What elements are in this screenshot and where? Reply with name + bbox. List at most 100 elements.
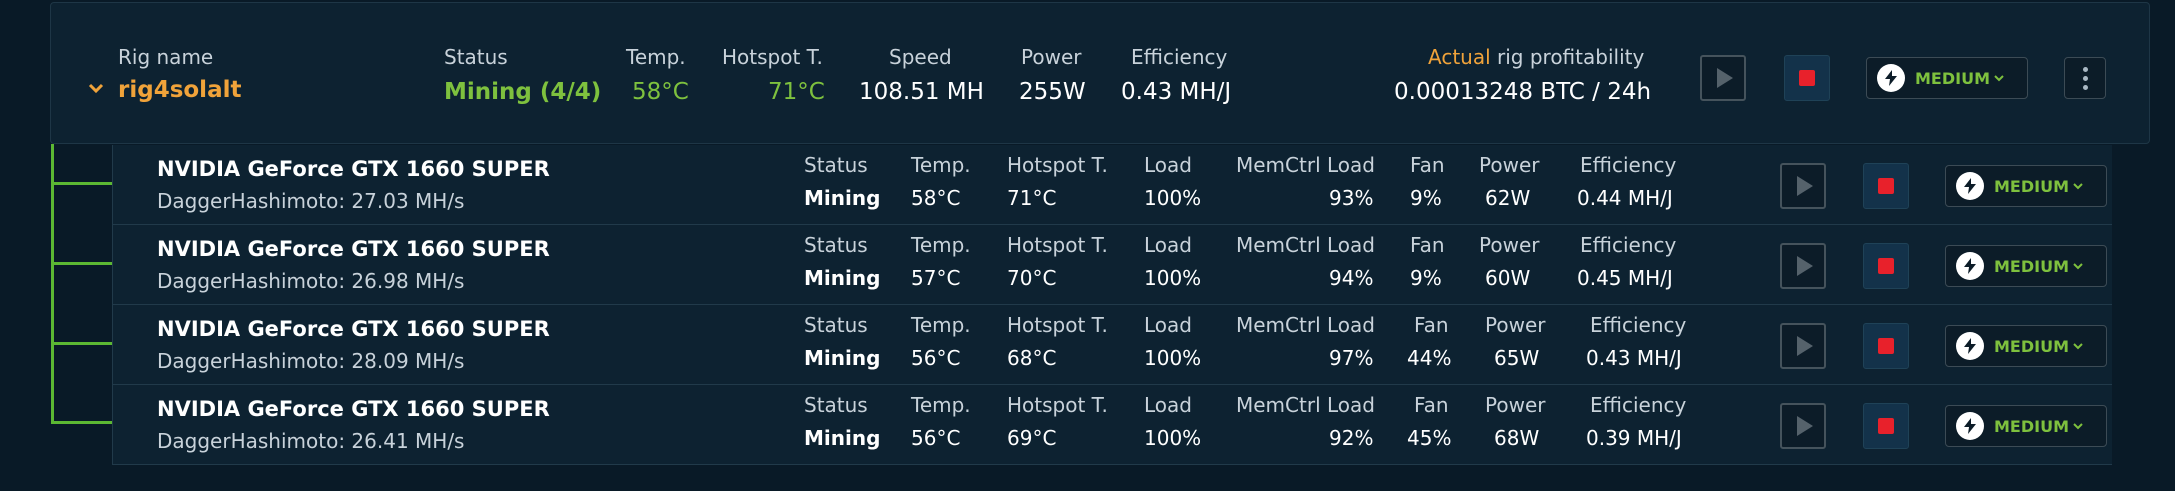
device-status-label: Status: [804, 153, 868, 177]
rig-power: 255W: [1019, 79, 1086, 105]
device-load: 100%: [1144, 346, 1202, 370]
device-status: Mining: [804, 426, 881, 450]
device-start-button[interactable]: [1780, 323, 1826, 369]
device-power: 60W: [1485, 266, 1531, 290]
device-algorithm-speed: DaggerHashimoto: 26.98 MH/s: [157, 269, 465, 293]
tree-branch: [51, 262, 113, 265]
device-name: NVIDIA GeForce GTX 1660 SUPER: [157, 237, 550, 261]
rig-speed-label: Speed: [889, 45, 952, 69]
play-icon: [1717, 68, 1733, 88]
rig-temp-label: Temp.: [626, 45, 686, 69]
device-mode-dropdown[interactable]: MEDIUM: [1945, 165, 2107, 207]
tree-line: [51, 144, 54, 424]
device-status: Mining: [804, 266, 881, 290]
device-start-button[interactable]: [1780, 163, 1826, 209]
rig-name[interactable]: rig4solalt: [118, 77, 241, 103]
rig-power-label: Power: [1021, 45, 1082, 69]
device-algorithm-speed: DaggerHashimoto: 27.03 MH/s: [157, 189, 465, 213]
device-mode-label: MEDIUM: [1994, 176, 2069, 196]
device-mode-dropdown[interactable]: MEDIUM: [1945, 325, 2107, 367]
device-status-label: Status: [804, 313, 868, 337]
profitability-label-rest: rig profitability: [1490, 45, 1645, 69]
rig-page: Rig name rig4solalt Status Mining (4/4) …: [0, 0, 2175, 491]
device-hotspot: 68°C: [1007, 346, 1057, 370]
play-icon: [1797, 416, 1813, 436]
device-power: 65W: [1494, 346, 1540, 370]
device-stop-button[interactable]: [1863, 403, 1909, 449]
device-temp: 56°C: [911, 346, 961, 370]
device-efficiency-label: Efficiency: [1590, 313, 1687, 337]
chevron-down-icon: [2073, 343, 2083, 350]
lightning-icon: [1956, 332, 1984, 360]
device-power-label: Power: [1485, 393, 1546, 417]
device-efficiency-label: Efficiency: [1590, 393, 1687, 417]
device-efficiency: 0.39 MH/J: [1586, 426, 1682, 450]
device-start-button[interactable]: [1780, 403, 1826, 449]
device-row[interactable]: NVIDIA GeForce GTX 1660 SUPER DaggerHash…: [112, 305, 2112, 385]
stop-icon: [1799, 70, 1815, 86]
rig-mode-dropdown[interactable]: MEDIUM: [1866, 57, 2028, 99]
rig-start-button[interactable]: [1700, 55, 1746, 101]
device-temp-label: Temp.: [911, 233, 971, 257]
device-row[interactable]: NVIDIA GeForce GTX 1660 SUPER DaggerHash…: [112, 145, 2112, 225]
device-row[interactable]: NVIDIA GeForce GTX 1660 SUPER DaggerHash…: [112, 385, 2112, 465]
stop-icon: [1878, 178, 1894, 194]
rig-name-label: Rig name: [118, 45, 214, 69]
tree-branch: [51, 182, 113, 185]
device-mode-dropdown[interactable]: MEDIUM: [1945, 405, 2107, 447]
rig-status: Mining (4/4): [444, 79, 602, 105]
device-status-label: Status: [804, 393, 868, 417]
device-load-label: Load: [1144, 393, 1192, 417]
device-power-label: Power: [1485, 313, 1546, 337]
rig-stop-button[interactable]: [1784, 55, 1830, 101]
device-memctrl-label: MemCtrl Load: [1236, 233, 1375, 257]
device-efficiency: 0.45 MH/J: [1577, 266, 1673, 290]
device-fan: 44%: [1407, 346, 1452, 370]
device-hotspot: 71°C: [1007, 186, 1057, 210]
device-efficiency-label: Efficiency: [1580, 233, 1677, 257]
rig-speed: 108.51 MH: [859, 79, 984, 105]
device-stop-button[interactable]: [1863, 243, 1909, 289]
device-stop-button[interactable]: [1863, 323, 1909, 369]
device-name: NVIDIA GeForce GTX 1660 SUPER: [157, 157, 550, 181]
dot-icon: [2082, 66, 2088, 72]
device-stop-button[interactable]: [1863, 163, 1909, 209]
play-icon: [1797, 256, 1813, 276]
device-row[interactable]: NVIDIA GeForce GTX 1660 SUPER DaggerHash…: [112, 225, 2112, 305]
device-mode-label: MEDIUM: [1994, 416, 2069, 436]
device-name: NVIDIA GeForce GTX 1660 SUPER: [157, 397, 550, 421]
rig-mode-label: MEDIUM: [1915, 68, 1990, 88]
device-fan-label: Fan: [1414, 313, 1449, 337]
device-hotspot: 70°C: [1007, 266, 1057, 290]
device-mode-dropdown[interactable]: MEDIUM: [1945, 245, 2107, 287]
device-start-button[interactable]: [1780, 243, 1826, 289]
device-hotspot-label: Hotspot T.: [1007, 393, 1108, 417]
device-load: 100%: [1144, 426, 1202, 450]
rig-profitability: 0.00013248 BTC / 24h: [1394, 79, 1652, 105]
device-mode-label: MEDIUM: [1994, 256, 2069, 276]
rig-card: Rig name rig4solalt Status Mining (4/4) …: [50, 2, 2150, 144]
device-load: 100%: [1144, 186, 1202, 210]
chevron-down-icon: [2073, 423, 2083, 430]
rig-hotspot-label: Hotspot T.: [722, 45, 823, 69]
device-memctrl: 97%: [1329, 346, 1374, 370]
rig-hotspot: 71°C: [768, 79, 825, 105]
more-options-button[interactable]: [2064, 57, 2106, 99]
stop-icon: [1878, 338, 1894, 354]
rig-efficiency-label: Efficiency: [1131, 45, 1228, 69]
profitability-accent: Actual: [1428, 45, 1491, 69]
chevron-down-icon[interactable]: [87, 79, 105, 101]
device-power: 68W: [1494, 426, 1540, 450]
device-efficiency: 0.43 MH/J: [1586, 346, 1682, 370]
device-hotspot-label: Hotspot T.: [1007, 233, 1108, 257]
device-temp-label: Temp.: [911, 153, 971, 177]
device-status: Mining: [804, 346, 881, 370]
device-memctrl-label: MemCtrl Load: [1236, 393, 1375, 417]
device-load-label: Load: [1144, 153, 1192, 177]
stop-icon: [1878, 418, 1894, 434]
device-efficiency-label: Efficiency: [1580, 153, 1677, 177]
device-load-label: Load: [1144, 233, 1192, 257]
rig-efficiency: 0.43 MH/J: [1121, 79, 1232, 105]
device-fan: 9%: [1410, 186, 1442, 210]
profitability-label: Actual rig profitability: [1428, 45, 1644, 69]
